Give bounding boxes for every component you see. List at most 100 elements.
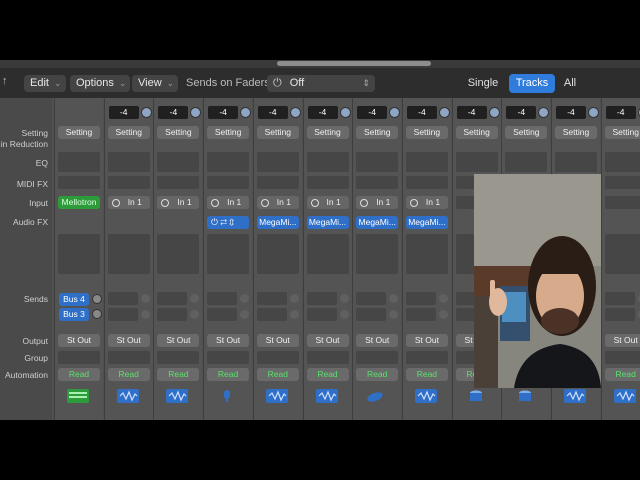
volume-display[interactable]: -4 xyxy=(456,106,487,119)
audio-fx-empty-slot[interactable] xyxy=(405,234,448,274)
send-slot[interactable] xyxy=(604,308,635,321)
send-slot[interactable] xyxy=(157,308,188,321)
waveform-icon[interactable] xyxy=(116,389,139,403)
send-level-knob[interactable] xyxy=(389,310,399,319)
view-mode-single[interactable]: Single xyxy=(462,74,504,93)
audio-fx-empty-slot[interactable] xyxy=(207,234,250,274)
pan-knob[interactable] xyxy=(190,107,202,118)
output-slot[interactable]: St Out xyxy=(256,334,299,347)
send-slot[interactable] xyxy=(306,308,337,321)
pan-knob[interactable] xyxy=(488,107,500,118)
send-slot[interactable] xyxy=(157,292,188,305)
audio-fx-empty-slot[interactable] xyxy=(256,234,299,274)
automation-mode[interactable]: Read xyxy=(256,368,299,381)
send-level-knob[interactable] xyxy=(190,310,200,319)
midi-fx-slot[interactable] xyxy=(107,176,150,189)
setting-button[interactable]: Setting xyxy=(505,126,548,139)
setting-button[interactable]: Setting xyxy=(555,126,597,139)
waveform-icon[interactable] xyxy=(166,389,189,403)
setting-button[interactable]: Setting xyxy=(405,126,448,139)
volume-display[interactable]: -4 xyxy=(108,106,139,119)
group-slot[interactable] xyxy=(107,351,150,364)
volume-display[interactable]: -4 xyxy=(556,106,586,119)
group-slot[interactable] xyxy=(207,351,250,364)
group-slot[interactable] xyxy=(604,351,640,364)
volume-display[interactable]: -4 xyxy=(257,106,288,119)
midi-fx-slot[interactable] xyxy=(256,176,299,189)
send-level-knob[interactable] xyxy=(92,294,102,304)
output-slot[interactable]: St Out xyxy=(604,334,640,347)
volume-display[interactable]: -4 xyxy=(506,106,537,119)
send-slot[interactable] xyxy=(207,292,238,305)
setting-button[interactable]: Setting xyxy=(256,126,299,139)
group-slot[interactable] xyxy=(58,351,100,364)
send-slot[interactable] xyxy=(356,308,387,321)
send-level-knob[interactable] xyxy=(190,294,200,303)
send-slot[interactable] xyxy=(405,308,436,321)
input-slot[interactable]: In 1 xyxy=(256,196,299,209)
send-slot[interactable] xyxy=(356,292,387,305)
volume-display[interactable]: -4 xyxy=(357,106,388,119)
group-slot[interactable] xyxy=(356,351,399,364)
output-slot[interactable]: St Out xyxy=(405,334,448,347)
volume-display[interactable]: -4 xyxy=(307,106,338,119)
pan-knob[interactable] xyxy=(140,107,152,118)
eq-slot[interactable] xyxy=(555,152,597,172)
waveform-icon[interactable] xyxy=(265,389,288,403)
send-level-knob[interactable] xyxy=(438,310,448,319)
edit-menu[interactable]: Edit ⌄ xyxy=(24,75,66,92)
send-slot[interactable] xyxy=(256,292,287,305)
eq-slot[interactable] xyxy=(356,152,399,172)
group-slot[interactable] xyxy=(405,351,448,364)
send-level-knob[interactable] xyxy=(92,309,102,319)
send-slot[interactable] xyxy=(107,292,138,305)
output-slot[interactable]: St Out xyxy=(356,334,399,347)
automation-mode[interactable]: Read xyxy=(604,368,640,381)
send-slot[interactable] xyxy=(207,308,238,321)
output-slot[interactable]: St Out xyxy=(306,334,349,347)
waveform-icon[interactable] xyxy=(414,389,437,403)
eq-slot[interactable] xyxy=(256,152,299,172)
input-slot[interactable]: In 1 xyxy=(356,196,399,209)
automation-mode[interactable]: Read xyxy=(207,368,250,381)
drum-icon[interactable] xyxy=(514,389,536,403)
send-level-knob[interactable] xyxy=(438,294,448,303)
setting-button[interactable]: Setting xyxy=(455,126,498,139)
send-slot[interactable]: Bus 3 xyxy=(59,308,89,321)
automation-mode[interactable]: Read xyxy=(107,368,150,381)
view-mode-all[interactable]: All xyxy=(559,74,581,93)
eq-slot[interactable] xyxy=(604,152,640,172)
send-level-knob[interactable] xyxy=(289,294,299,303)
send-level-knob[interactable] xyxy=(240,310,250,319)
group-slot[interactable] xyxy=(157,351,200,364)
instrument-slot[interactable]: Mellotron xyxy=(58,196,100,209)
input-slot[interactable]: In 1 xyxy=(207,196,250,209)
setting-button[interactable]: Setting xyxy=(356,126,399,139)
options-menu[interactable]: Options ⌄ xyxy=(70,75,130,92)
group-slot[interactable] xyxy=(256,351,299,364)
midi-fx-slot[interactable] xyxy=(356,176,399,189)
microphone-icon[interactable] xyxy=(216,389,238,403)
send-level-knob[interactable] xyxy=(389,294,399,303)
eq-slot[interactable] xyxy=(455,152,498,172)
send-level-knob[interactable] xyxy=(289,310,299,319)
send-slot[interactable] xyxy=(256,308,287,321)
eq-slot[interactable] xyxy=(58,152,100,172)
midi-fx-slot[interactable] xyxy=(157,176,200,189)
audio-fx-plugin[interactable]: MegaMi... xyxy=(306,216,349,229)
audio-fx-empty-slot[interactable] xyxy=(58,234,100,274)
eq-slot[interactable] xyxy=(107,152,150,172)
pan-knob[interactable] xyxy=(389,107,401,118)
setting-button[interactable]: Setting xyxy=(58,126,100,139)
eq-slot[interactable] xyxy=(405,152,448,172)
send-level-knob[interactable] xyxy=(339,310,349,319)
pan-knob[interactable] xyxy=(289,107,301,118)
audio-fx-plugin-hover[interactable]: ⏻ ⇄ ⇕ xyxy=(207,216,250,229)
send-slot[interactable] xyxy=(604,292,635,305)
output-slot[interactable]: St Out xyxy=(207,334,250,347)
send-slot[interactable]: Bus 4 xyxy=(59,293,89,306)
eq-slot[interactable] xyxy=(306,152,349,172)
send-slot[interactable] xyxy=(405,292,436,305)
midi-fx-slot[interactable] xyxy=(58,176,100,189)
waveform-icon[interactable] xyxy=(564,389,586,403)
